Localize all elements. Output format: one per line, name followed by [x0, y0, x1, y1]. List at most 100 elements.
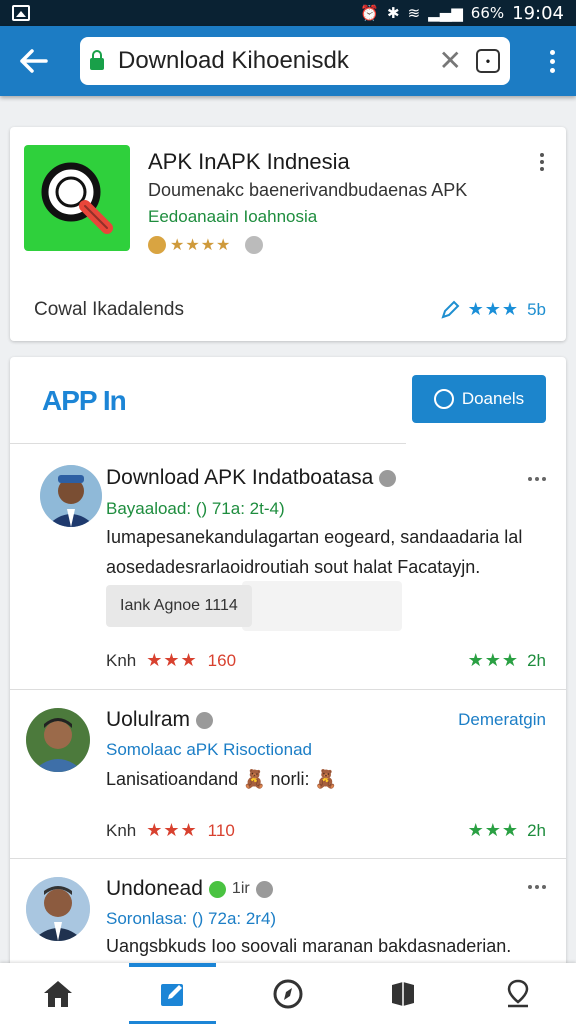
item-body: Iumapesanekandulagartan eogeard, sandaad…: [106, 522, 522, 582]
right-count: 2h: [527, 650, 546, 670]
person-avatar-icon: [40, 465, 102, 527]
status-bar: ⏰ ✱ ≋ ▂▄▆ 66% 19:04: [0, 0, 576, 26]
downloads-label: Cowal Ikadalends: [34, 299, 184, 320]
app-card[interactable]: APK InAPK Indnesia Doumenakc baenerivand…: [10, 127, 566, 341]
browser-menu-button[interactable]: [542, 49, 562, 73]
tag-chip[interactable]: Iank Agnoe 1114: [106, 585, 252, 627]
verified-icon: [196, 711, 214, 729]
item-meta: Knh ★★★ 160: [106, 650, 236, 671]
item-meta-right: ★★★ 2h: [468, 650, 546, 671]
item-body: Uangsbkuds Ioo soovali maranan bakdasnad…: [106, 931, 511, 961]
item-name-row: Download APK Indatboatasa: [106, 466, 397, 490]
right-stars: ★★★: [467, 820, 520, 841]
item-body-line: aosedadesrarlaoidroutiah sout halat Faca…: [106, 557, 481, 577]
app-logo: [24, 145, 130, 251]
item-name-suffix: 1ir: [231, 880, 250, 897]
verified-icon: [208, 880, 226, 898]
dot-icon: [528, 885, 532, 889]
address-bar[interactable]: Download Kihoenisdk ✕ •: [80, 37, 510, 85]
alarm-icon: ⏰: [360, 4, 380, 22]
pencil-icon[interactable]: [440, 300, 460, 320]
avatar: [26, 877, 90, 941]
magnifier-logo-icon: [41, 162, 113, 234]
item-name: Undonead: [106, 877, 203, 900]
app-rating: ★★★★: [148, 235, 264, 254]
tab-count-icon[interactable]: •: [476, 49, 500, 73]
app-description: Doumenakc baenerivandbudaenas APK: [148, 180, 468, 200]
footer-count: 5b: [527, 299, 546, 319]
verified-icon: [255, 880, 273, 898]
meta-count: 110: [207, 820, 235, 840]
list-item[interactable]: Uolulram Demeratgin Somolaac aPK Risocti…: [10, 690, 566, 858]
item-subtitle: Soronlasa: () 72a: 2r4): [106, 909, 277, 928]
book-icon: [392, 981, 415, 1006]
home-icon: [43, 980, 72, 1007]
item-subtitle: Bayaaload: () 71a: 2t-4): [106, 499, 285, 518]
dot-icon: [549, 58, 555, 64]
downloads-button-label: Doanels: [461, 389, 525, 408]
signal-icon: ▂▄▆: [428, 4, 463, 22]
close-icon[interactable]: ✕: [439, 47, 462, 75]
browser-toolbar: Download Kihoenisdk ✕ •: [0, 26, 576, 96]
edit-icon: [160, 983, 183, 1006]
bottom-navigation: [0, 963, 576, 1024]
battery-level: 66%: [470, 4, 505, 22]
item-more-button[interactable]: [528, 885, 546, 889]
meta-label: Knh: [106, 650, 137, 670]
image-notification-icon: [12, 5, 30, 21]
avatar: [40, 465, 102, 527]
dot-icon: [542, 885, 546, 889]
nav-explore[interactable]: [230, 963, 345, 1024]
app-developer[interactable]: Eedoanaain Ioahnosia: [148, 207, 317, 227]
back-button[interactable]: [14, 41, 54, 81]
dot-icon: [540, 160, 544, 164]
info-icon: [245, 235, 264, 254]
meta-label: Knh: [106, 820, 137, 840]
item-more-button[interactable]: [528, 477, 546, 481]
dot-icon: [540, 167, 544, 171]
arrow-left-icon: [20, 49, 48, 73]
item-name-row: Undonead 1ir: [106, 877, 273, 901]
person-avatar-icon: [26, 877, 90, 941]
footer-stars: ★★★: [467, 299, 520, 320]
rating-stars: ★★★★: [170, 235, 232, 254]
app-title: APK InAPK Indnesia: [148, 149, 350, 174]
divider: [10, 443, 406, 444]
lock-icon: [90, 50, 104, 70]
right-stars: ★★★: [467, 650, 520, 671]
list-item[interactable]: Download APK Indatboatasa Bayaaload: () …: [10, 445, 566, 689]
dot-icon: [535, 477, 539, 481]
dot-icon: [540, 153, 544, 157]
avatar: [26, 708, 90, 772]
item-body-line: Lanisatioandand 🧸 norli: 🧸: [106, 769, 337, 789]
item-meta-right: ★★★ 2h: [468, 820, 546, 841]
more-options-button[interactable]: [540, 153, 544, 171]
chip-placeholder: [242, 581, 402, 631]
panel-title: APP In: [42, 385, 127, 416]
nav-location[interactable]: [461, 963, 576, 1024]
clock: 19:04: [512, 2, 564, 24]
url-text[interactable]: Download Kihoenisdk: [118, 47, 425, 75]
item-body: Lanisatioandand 🧸 norli: 🧸: [106, 764, 337, 794]
card-footer-rating: ★★★ 5b: [440, 299, 546, 320]
downloads-button[interactable]: Doanels: [412, 375, 546, 423]
meta-stars: ★★★: [146, 650, 198, 671]
dot-icon: [549, 67, 555, 73]
nav-home[interactable]: [0, 963, 115, 1024]
app-list-panel: APP In Doanels Download APK Indatboatasa…: [10, 357, 566, 977]
circle-icon: [433, 389, 454, 409]
item-action-link[interactable]: Demeratgin: [458, 710, 546, 730]
person-avatar-icon: [26, 708, 90, 772]
nav-edit[interactable]: [115, 963, 230, 1024]
item-name: Download APK Indatboatasa: [106, 466, 374, 489]
meta-stars: ★★★: [146, 820, 198, 841]
right-count: 2h: [527, 820, 546, 840]
list-item[interactable]: Undonead 1ir Soronlasa: () 72a: 2r4) Uan…: [10, 859, 566, 977]
item-name: Uolulram: [106, 708, 191, 731]
verified-icon: [379, 469, 397, 487]
nav-library[interactable]: [346, 963, 461, 1024]
meta-count: 160: [207, 650, 237, 670]
bluetooth-icon: ✱: [387, 4, 400, 22]
dot-icon: [535, 885, 539, 889]
dot-icon: [542, 477, 546, 481]
